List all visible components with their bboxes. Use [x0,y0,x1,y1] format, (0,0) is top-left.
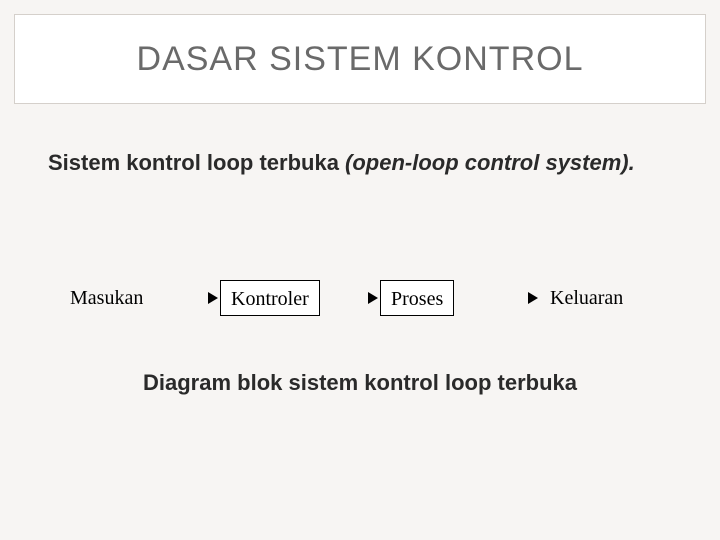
block-diagram: Masukan Kontroler Proses Keluaran [60,270,660,330]
diagram-caption: Diagram blok sistem kontrol loop terbuka [0,370,720,396]
subtitle-italic: (open-loop control system). [345,150,635,175]
node-input: Masukan [60,280,153,316]
title-box: DASAR SISTEM KONTROL [14,14,706,104]
node-controller: Kontroler [220,280,320,316]
subtitle: Sistem kontrol loop terbuka (open-loop c… [48,150,672,176]
page-title: DASAR SISTEM KONTROL [137,40,584,79]
node-process: Proses [380,280,454,316]
node-output: Keluaran [540,280,633,316]
arrow-icon [208,292,218,304]
subtitle-main: Sistem kontrol loop terbuka [48,150,345,175]
arrow-icon [368,292,378,304]
arrow-icon [528,292,538,304]
